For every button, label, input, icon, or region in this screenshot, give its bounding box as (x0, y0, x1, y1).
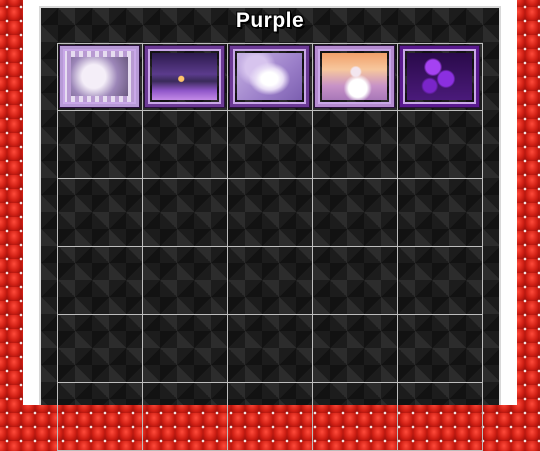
white-lilies-thumbnail[interactable] (230, 46, 309, 107)
grid-cell-empty (398, 111, 483, 179)
grid-cell (58, 44, 143, 111)
grid-cell-empty (58, 315, 143, 383)
grid-cell-empty (58, 111, 143, 179)
grid-cell-empty (313, 383, 398, 451)
grid-cell-empty (313, 315, 398, 383)
grid-cell-empty (143, 247, 228, 315)
woman-in-hat-sunset-thumbnail[interactable] (315, 46, 394, 107)
grid-cell-empty (228, 315, 313, 383)
grid-cell-empty (228, 383, 313, 451)
grid-cell (143, 44, 228, 111)
page-title: Purple (235, 9, 305, 32)
grid-cell (313, 44, 398, 111)
grid-cell-empty (143, 111, 228, 179)
grid-cell-empty (313, 111, 398, 179)
grid-cell-empty (58, 383, 143, 451)
grid-cell-empty (143, 383, 228, 451)
grid-cell (228, 44, 313, 111)
purple-poppies-thumbnail[interactable] (400, 46, 479, 107)
grid-cell-empty (58, 179, 143, 247)
grid-cell-empty (398, 383, 483, 451)
grid-cell-empty (313, 179, 398, 247)
grid-cell-empty (398, 179, 483, 247)
grid-cell-empty (313, 247, 398, 315)
grid-cell-empty (398, 315, 483, 383)
grid-cell-empty (143, 179, 228, 247)
grid-cell (398, 44, 483, 111)
grid-cell-empty (228, 179, 313, 247)
purple-cottage-night-thumbnail[interactable] (145, 46, 224, 107)
grid-cell-empty (398, 247, 483, 315)
grid-cell-empty (58, 247, 143, 315)
grid-cell-empty (228, 111, 313, 179)
thumbnail-grid (57, 43, 483, 451)
abstract-purple-collage-thumbnail[interactable] (60, 46, 139, 107)
grid-cell-empty (228, 247, 313, 315)
grid-cell-empty (143, 315, 228, 383)
